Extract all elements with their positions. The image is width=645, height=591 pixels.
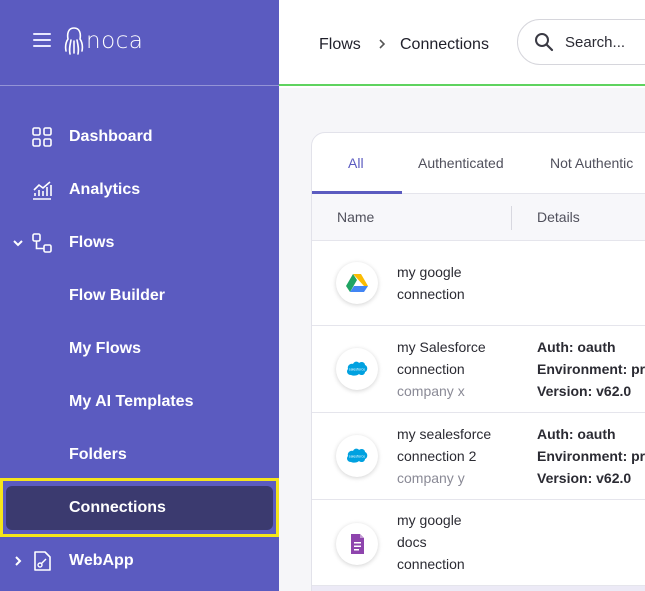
sidebar-item-my-flows[interactable]: My Flows	[0, 327, 279, 371]
sidebar-item-analytics[interactable]: Analytics	[0, 168, 279, 212]
sidebar-item-label: Dashboard	[69, 128, 153, 145]
table-row[interactable]: salesforce my sealesforce connection 2 c…	[312, 413, 645, 500]
sidebar-item-connections[interactable]: Connections	[0, 486, 279, 530]
table-header: Name Details	[312, 194, 645, 241]
connection-name: connection 2	[397, 448, 477, 464]
detail-version: Version: v62.0	[537, 383, 632, 399]
sidebar-item-webapp[interactable]: WebApp	[0, 539, 279, 583]
svg-text:salesforce: salesforce	[349, 455, 365, 459]
connection-name: connection	[397, 286, 465, 302]
sidebar-item-label: My Flows	[69, 340, 142, 357]
tab-bar: All Authenticated Not Authentic	[312, 133, 645, 194]
logo-text: noca	[86, 28, 144, 54]
detail-version: Version: v62.0	[537, 470, 632, 486]
sidebar-item-label: Flow Builder	[69, 287, 165, 304]
connection-name: my google	[397, 512, 462, 528]
search-icon	[535, 33, 554, 52]
detail-environment: Environment: pr	[537, 448, 645, 464]
column-header-name[interactable]: Name	[337, 209, 374, 225]
connection-name: docs	[397, 534, 427, 550]
table-row[interactable]: my google connection	[312, 241, 645, 326]
sidebar-item-flows[interactable]: Flows	[0, 221, 279, 265]
google-drive-icon	[336, 262, 378, 304]
connection-company: company x	[397, 383, 465, 399]
sidebar-item-dashboard[interactable]: Dashboard	[0, 115, 279, 159]
column-divider[interactable]	[511, 206, 512, 230]
connection-company: company y	[397, 470, 465, 486]
google-docs-icon	[336, 523, 378, 565]
sidebar-item-label: Connections	[69, 499, 166, 516]
detail-auth: Auth: oauth	[537, 339, 616, 355]
tab-all[interactable]: All	[348, 155, 364, 171]
salesforce-icon: salesforce	[336, 435, 378, 477]
chevron-down-icon[interactable]	[12, 237, 24, 249]
sidebar-item-folders[interactable]: Folders	[0, 433, 279, 477]
webapp-icon	[34, 551, 51, 571]
sidebar: noca Dashboard Analytics Flows Flow Buil…	[0, 0, 279, 591]
sidebar-item-label: Analytics	[69, 181, 141, 198]
top-header: Flows Connections Search...	[279, 0, 645, 86]
salesforce-icon: salesforce	[336, 348, 378, 390]
flows-icon	[32, 233, 52, 253]
noca-logo: noca	[64, 26, 143, 56]
table-row[interactable]: my google docs connection	[312, 500, 645, 586]
sidebar-header: noca	[0, 0, 279, 86]
connection-name: connection	[397, 361, 465, 377]
sidebar-item-label: My AI Templates	[69, 393, 194, 410]
connection-name: my Salesforce	[397, 339, 486, 355]
search-input[interactable]: Search...	[517, 19, 645, 65]
svg-text:salesforce: salesforce	[349, 368, 365, 372]
table-row[interactable]	[312, 586, 645, 591]
breadcrumb-separator-icon	[379, 39, 386, 49]
connection-name: my sealesforce	[397, 426, 492, 442]
connection-name: connection	[397, 556, 465, 572]
dashboard-icon	[32, 127, 52, 147]
sidebar-item-label: WebApp	[69, 552, 134, 569]
connections-card: All Authenticated Not Authentic Name Det…	[311, 132, 645, 591]
tab-authenticated[interactable]: Authenticated	[418, 155, 504, 171]
sidebar-item-label: Folders	[69, 446, 127, 463]
octopus-logo-icon	[64, 27, 84, 55]
breadcrumb-flows[interactable]: Flows	[319, 36, 361, 54]
detail-auth: Auth: oauth	[537, 426, 616, 442]
table-row[interactable]: salesforce my Salesforce connection comp…	[312, 326, 645, 413]
main-content: All Authenticated Not Authentic Name Det…	[279, 88, 645, 591]
chevron-right-icon[interactable]	[12, 555, 24, 567]
column-header-details[interactable]: Details	[537, 209, 580, 225]
analytics-icon	[33, 181, 52, 200]
sidebar-item-flow-builder[interactable]: Flow Builder	[0, 274, 279, 318]
breadcrumb-connections: Connections	[400, 36, 489, 53]
tab-not-authenticated[interactable]: Not Authentic	[550, 155, 633, 171]
sidebar-item-label: Flows	[69, 234, 115, 251]
connection-name: my google	[397, 264, 462, 280]
menu-icon[interactable]	[33, 32, 51, 48]
sidebar-item-my-ai-templates[interactable]: My AI Templates	[0, 380, 279, 424]
detail-environment: Environment: pr	[537, 361, 645, 377]
search-placeholder: Search...	[565, 34, 626, 51]
